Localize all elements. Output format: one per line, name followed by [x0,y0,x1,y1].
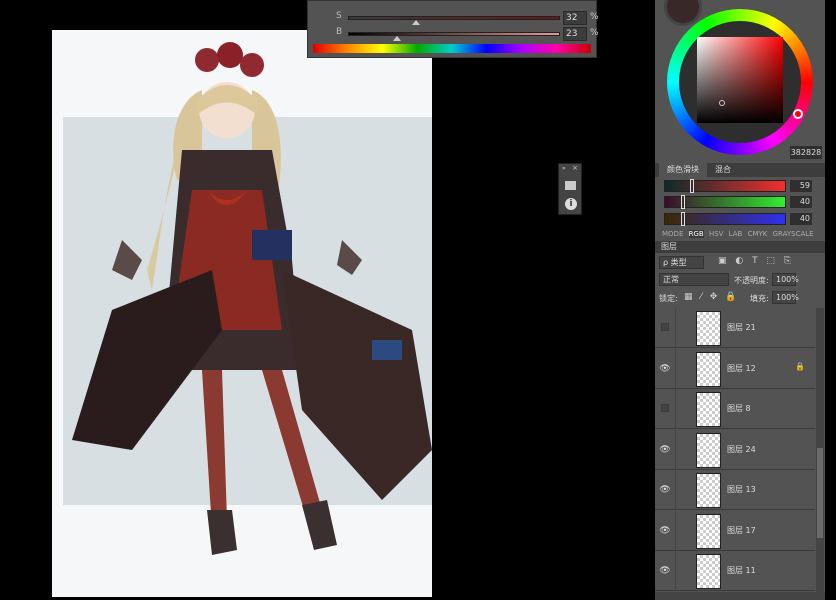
lock-label: 锁定: [659,294,678,303]
eye-icon[interactable]: 👁 [655,551,676,591]
percent-label: % [590,12,599,22]
eye-icon[interactable]: 👁 [655,348,676,389]
layers-footer [655,592,825,600]
blue-slider[interactable]: 40 [662,212,822,227]
layer-thumbnail [696,473,721,508]
layer-row[interactable]: 图层 21 [655,308,815,348]
lock-icons[interactable]: ▦ ⁄ ✥ 🔒 [684,292,736,302]
eye-icon[interactable]: 👁 [655,429,676,470]
layer-name: 图层 17 [727,525,756,535]
hue-cursor[interactable] [793,109,803,119]
layer-row[interactable]: 👁 图层 12 🔒 [655,348,815,389]
mode-cmyk[interactable]: CMYK [748,230,768,238]
eye-icon[interactable]: 👁 [655,470,676,510]
green-value[interactable]: 40 [790,196,812,208]
layer-comps-icon[interactable] [565,181,576,190]
lock-icon: 🔒 [795,361,805,371]
layer-thumbnail [696,554,721,589]
opacity-label: 不透明度: [734,276,769,285]
color-picker-panel: S 32 % B 23 % [307,0,599,58]
b-label: B [336,27,343,37]
visibility-toggle[interactable] [655,308,676,348]
opacity-input[interactable]: 100% [772,273,799,286]
brightness-track [348,32,560,36]
layer-filter-select[interactable]: ρ 类型 [659,256,704,269]
brightness-thumb[interactable] [393,36,401,41]
visibility-toggle[interactable] [655,389,676,429]
eye-icon[interactable]: 👁 [655,510,676,551]
layer-name: 图层 12 [727,363,756,373]
mode-lab[interactable]: LAB [729,230,743,238]
layers-panel-tab[interactable]: 图层 [655,241,825,253]
blend-mode-select[interactable]: 正常 [659,273,729,286]
layer-name: 图层 21 [727,323,756,332]
mode-rgb[interactable]: RGB [688,230,704,238]
red-slider[interactable]: 59 [662,179,822,194]
red-value[interactable]: 59 [790,180,812,192]
layer-row[interactable]: 👁 图层 13 [655,470,815,510]
saturation-brightness-square[interactable] [697,37,783,123]
s-label: S [336,11,342,21]
mode-grayscale[interactable]: GRAYSCALE [773,230,814,238]
layer-thumbnail [696,392,721,427]
layer-thumbnail [696,432,721,468]
tab-mixer[interactable]: 混合 [707,163,739,177]
saturation-track [348,16,560,20]
layers-scrollbar[interactable] [816,308,824,593]
layer-thumbnail [696,311,721,346]
layer-name: 图层 11 [727,566,756,575]
layer-row[interactable]: 👁 图层 24 [655,429,815,470]
layer-name: 图层 24 [727,444,756,454]
layer-name: 图层 8 [727,404,751,413]
color-modes: MODE RGB HSV LAB CMYK GRAYSCALE [662,230,814,238]
layer-name: 图层 13 [727,485,756,494]
layer-thumbnail [696,351,721,387]
fill-input[interactable]: 100% [772,291,799,304]
color-spectrum[interactable] [313,44,591,53]
color-cursor[interactable] [719,100,725,106]
character-illustration [72,42,432,555]
collapsed-panel-dock: » × i [558,163,582,215]
green-slider[interactable]: 40 [662,195,822,210]
brightness-value[interactable]: 23 [563,27,587,41]
close-icon[interactable]: × [572,164,578,172]
color-tabs: 颜色滑块 混合 [655,163,825,177]
layer-row[interactable]: 👁 图层 17 [655,510,815,551]
tab-color-slider[interactable]: 颜色滑块 [659,163,707,177]
document-canvas[interactable] [52,30,432,597]
percent-label: % [590,28,599,38]
filter-icons[interactable]: ▣ ◐ T ⬚ ⎘ [718,256,791,266]
mode-label: MODE [662,230,684,238]
expand-icon[interactable]: » [562,165,566,172]
hex-value[interactable]: 382828 [790,146,822,159]
layer-thumbnail [696,513,721,549]
mode-hsv[interactable]: HSV [709,230,724,238]
brightness-slider[interactable]: B 23 % [308,22,599,42]
layer-row[interactable]: 图层 8 [655,389,815,429]
info-icon[interactable]: i [565,198,577,210]
blue-value[interactable]: 40 [790,213,812,225]
layer-row[interactable]: 👁 图层 11 [655,551,815,591]
fill-label: 填充: [750,294,769,303]
